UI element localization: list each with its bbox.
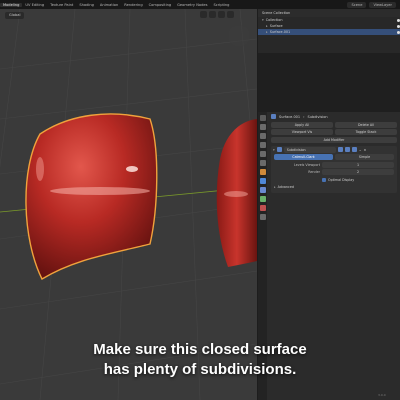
apply-delete-row: Apply All Delete All (268, 121, 400, 129)
subdivision-mode-row: Catmull-Clark Simple (271, 154, 397, 162)
material-shading-icon[interactable] (218, 11, 225, 18)
rendered-shading-icon[interactable] (227, 11, 234, 18)
tutorial-caption: Make sure this closed surface has plenty… (0, 340, 400, 380)
advanced-subpanel[interactable]: ▸ Advanced (271, 184, 397, 192)
viewport-toggle-row: Viewport Vis Toggle Stack (268, 129, 400, 137)
apply-all-button[interactable]: Apply All (271, 121, 333, 128)
texture-tab-icon[interactable] (259, 214, 266, 220)
render-levels-label: Render (308, 170, 320, 175)
delete-all-button[interactable]: Delete All (335, 121, 397, 128)
second-surface-highlight (224, 191, 248, 197)
breadcrumb-separator-icon: › (303, 114, 305, 119)
workspace-tab[interactable]: Modeling (0, 2, 23, 7)
optimal-display-label: Optimal Display (328, 177, 355, 182)
version-label: 3.0.0 (378, 393, 386, 397)
workspace-tab[interactable]: Rendering (121, 3, 145, 7)
viewport-vis-button[interactable]: Viewport Vis (271, 129, 333, 136)
render-levels-row: Render 2 (271, 169, 397, 177)
surface-edge-highlight (36, 157, 44, 181)
modifier-menu-icon[interactable]: ⌄ (359, 148, 362, 152)
outliner-header: Scene Collection (258, 9, 400, 17)
add-modifier-button[interactable]: Add Modifier (271, 136, 397, 143)
modifier-name-field[interactable]: Subdivision (283, 146, 336, 153)
advanced-label: Advanced (277, 185, 294, 190)
physics-tab-icon[interactable] (259, 187, 266, 193)
object-tab-icon[interactable] (259, 169, 266, 175)
blender-window: Modeling UV Editing Texture Paint Shadin… (0, 0, 400, 400)
outliner-title: Scene Collection (262, 11, 291, 15)
render-levels-field[interactable]: 2 (322, 169, 394, 176)
editmode-toggle-icon[interactable] (337, 147, 343, 152)
top-menu-bar: Modeling UV Editing Texture Paint Shadin… (0, 0, 400, 9)
workspace-tab[interactable]: Scripting (210, 3, 232, 7)
workspace-tab[interactable]: Texture Paint (47, 3, 76, 7)
optimal-display-row: Optimal Display (271, 176, 397, 184)
wrench-icon (271, 114, 276, 119)
output-tab-icon[interactable] (259, 133, 266, 139)
simple-button[interactable]: Simple (335, 154, 394, 161)
breadcrumb-modifier: Subdivision (307, 114, 328, 119)
collapse-arrow-icon[interactable]: ▾ (273, 148, 275, 152)
expand-arrow-icon[interactable]: ▾ (262, 18, 264, 22)
viewport-shading-buttons (200, 11, 234, 18)
levels-viewport-row: Levels Viewport 1 (271, 161, 397, 169)
breadcrumb-object: Surface.001 (279, 114, 301, 119)
expand-arrow-icon[interactable]: ▸ (274, 185, 276, 189)
outliner-row-label: Collection (265, 18, 283, 22)
workspace-tab[interactable]: Shading (76, 3, 97, 7)
surface-specular (126, 166, 138, 172)
modifier-header: ▾ Subdivision ⌄ × (271, 146, 397, 154)
levels-viewport-label: Levels Viewport (293, 162, 320, 167)
caption-line-2: has plenty of subdivisions. (103, 361, 297, 378)
levels-viewport-field[interactable]: 1 (322, 161, 394, 168)
caption-line-1: Make sure this closed surface (93, 341, 307, 358)
tool-tab-icon[interactable] (259, 115, 266, 121)
scene-tab-icon[interactable] (259, 151, 266, 157)
surface-highlight-band (50, 187, 150, 195)
workspace-tab[interactable]: Animation (97, 3, 121, 7)
view-layer-selector[interactable]: ViewLayer (369, 1, 396, 8)
material-tab-icon[interactable] (259, 205, 266, 211)
viewport-toggle-icon[interactable] (344, 147, 350, 152)
data-tab-icon[interactable] (259, 196, 266, 202)
properties-breadcrumb: Surface.001 › Subdivision (268, 112, 400, 121)
workspace-tab[interactable]: UV Editing (22, 3, 47, 7)
catmull-clark-button[interactable]: Catmull-Clark (274, 154, 333, 161)
world-tab-icon[interactable] (259, 160, 266, 166)
outliner-row-label: Surface.001 (269, 30, 291, 34)
modifier-tab-icon[interactable] (259, 178, 266, 184)
view-layer-tab-icon[interactable] (259, 142, 266, 148)
toggle-stack-button[interactable]: Toggle Stack (335, 129, 397, 136)
subdivision-modifier-panel: ▾ Subdivision ⌄ × Catmull-Clark Simple L… (271, 145, 397, 193)
wireframe-shading-icon[interactable] (200, 11, 207, 18)
render-toggle-icon[interactable] (351, 147, 357, 152)
expand-arrow-icon[interactable]: ▸ (266, 30, 268, 34)
closed-surface[interactable] (25, 113, 158, 280)
modifier-close-icon[interactable]: × (364, 148, 367, 152)
solid-shading-icon[interactable] (209, 11, 216, 18)
workspace-tab[interactable]: Compositing (146, 3, 175, 7)
modifier-properties: Surface.001 › Subdivision Apply All Dele… (268, 112, 400, 195)
add-modifier-row: Add Modifier (268, 136, 400, 144)
scene-selector[interactable]: Scene (347, 1, 367, 8)
outliner-row-selected[interactable]: ▸ Surface.001 (258, 29, 400, 35)
transform-orientation-dropdown[interactable]: Global (5, 11, 25, 19)
outliner-row-label: Surface (269, 24, 283, 28)
render-tab-icon[interactable] (259, 124, 266, 130)
optimal-display-checkbox[interactable] (322, 177, 326, 182)
navigation-gizmo-icon[interactable] (228, 25, 250, 47)
subdivision-modifier-icon (276, 147, 282, 152)
outliner-empty-area (258, 53, 400, 112)
outliner-panel: Scene Collection ▾ Collection ▸ Surface … (258, 9, 400, 53)
scene-selectors: Scene ViewLayer (347, 1, 400, 8)
expand-arrow-icon[interactable]: ▸ (266, 24, 268, 28)
workspace-tab[interactable]: Geometry Nodes (174, 3, 210, 7)
